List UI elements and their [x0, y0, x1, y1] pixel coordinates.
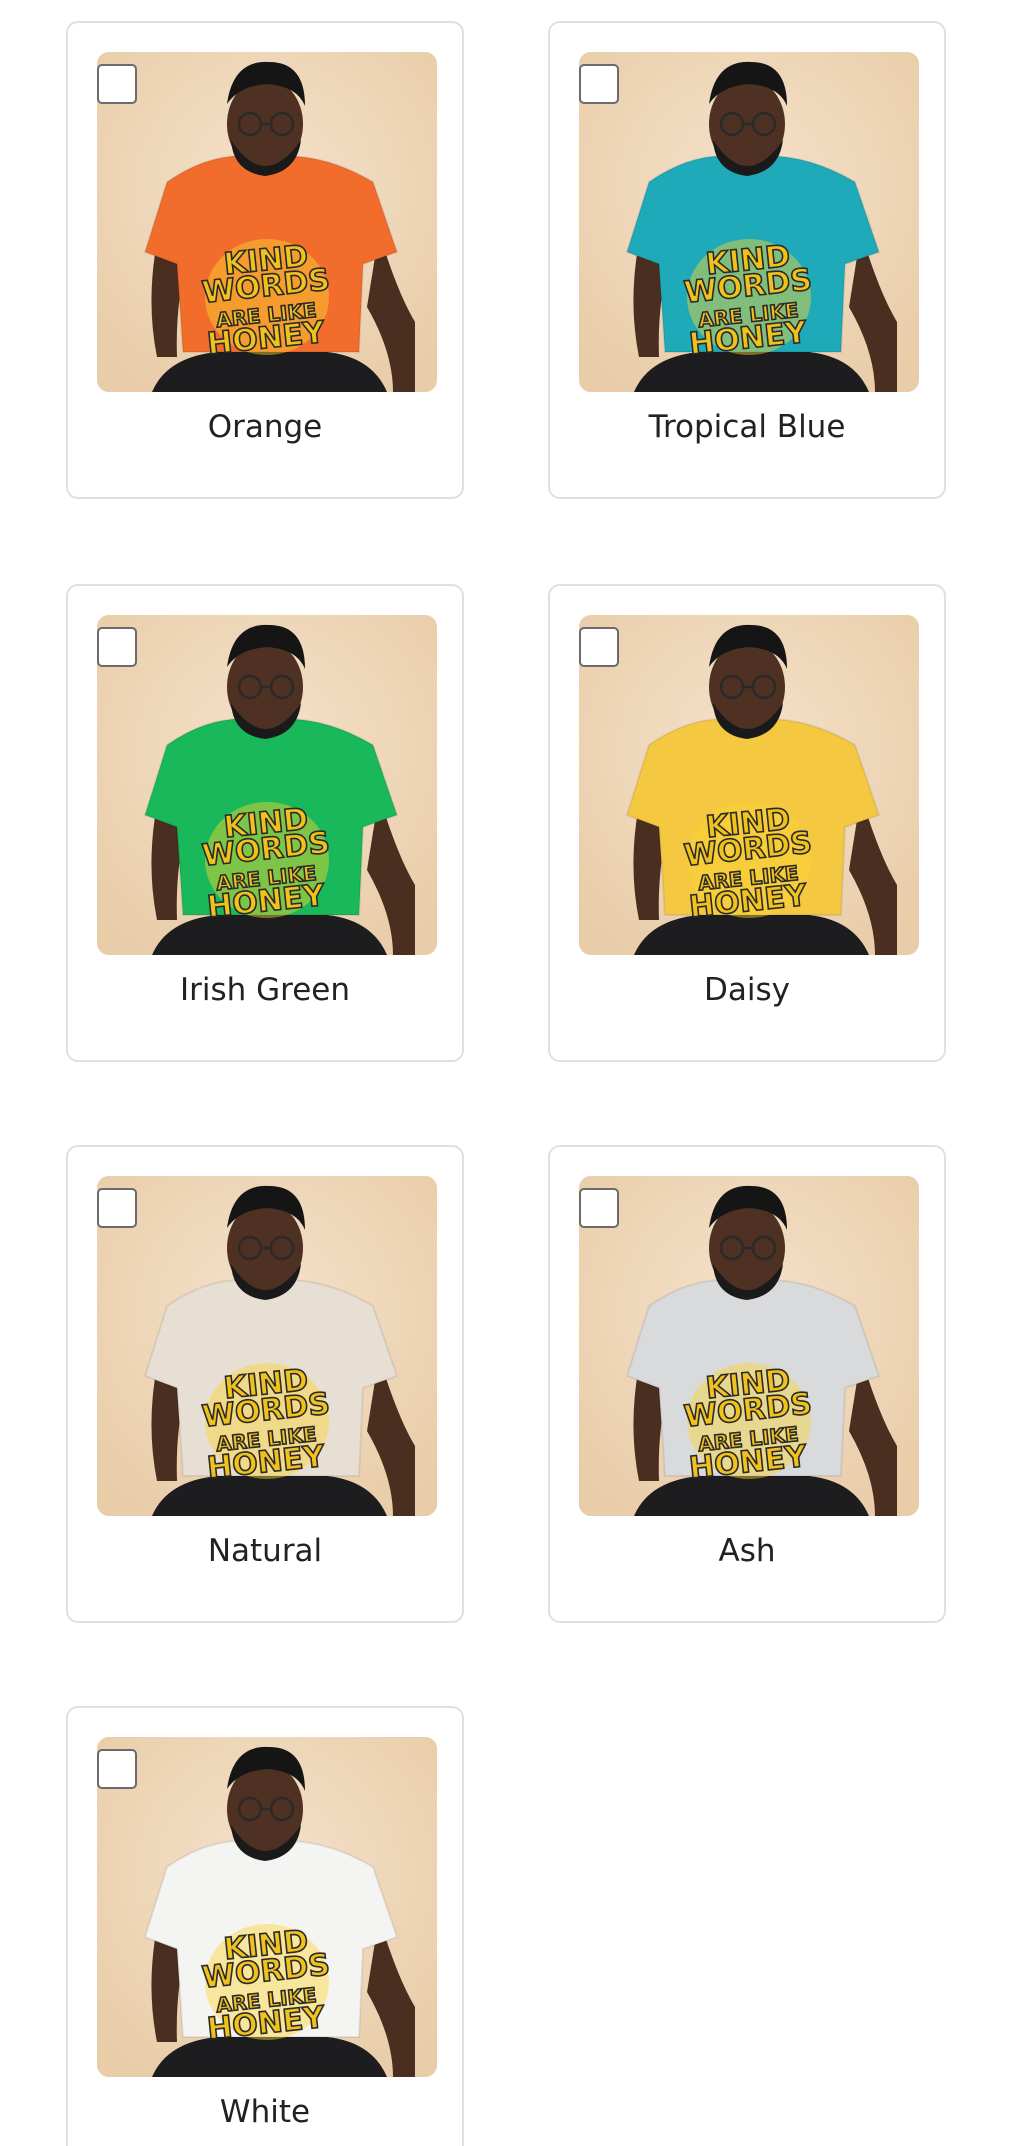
color-label: White [219, 2094, 311, 2130]
color-option-ash[interactable]: KIND WORDS ARE LIKE HONEY Ash [548, 1145, 946, 1623]
product-photo: KIND WORDS ARE LIKE HONEY [97, 1737, 437, 2077]
product-photo: KIND WORDS ARE LIKE HONEY [579, 615, 919, 955]
select-checkbox[interactable] [97, 1749, 137, 1789]
color-label: Orange [207, 409, 323, 445]
color-label: Natural [207, 1533, 323, 1569]
color-option-natural[interactable]: KIND WORDS ARE LIKE HONEY Natural [66, 1145, 464, 1623]
color-options-grid: KIND WORDS ARE LIKE HONEY Orange KIND WORDS A… [0, 0, 1016, 2146]
color-option-white[interactable]: KIND WORDS ARE LIKE HONEY White [66, 1706, 464, 2146]
select-checkbox[interactable] [579, 627, 619, 667]
color-option-irish-green[interactable]: KIND WORDS ARE LIKE HONEY Irish Green [66, 584, 464, 1062]
select-checkbox[interactable] [97, 627, 137, 667]
product-photo: KIND WORDS ARE LIKE HONEY [579, 1176, 919, 1516]
color-label: Daisy [704, 972, 790, 1008]
color-label: Ash [718, 1533, 776, 1569]
select-checkbox[interactable] [579, 64, 619, 104]
select-checkbox[interactable] [97, 1188, 137, 1228]
color-label: Irish Green [179, 972, 351, 1008]
color-option-daisy[interactable]: KIND WORDS ARE LIKE HONEY Daisy [548, 584, 946, 1062]
color-option-tropical-blue[interactable]: KIND WORDS ARE LIKE HONEY Tropical Blue [548, 21, 946, 499]
select-checkbox[interactable] [97, 64, 137, 104]
product-photo: KIND WORDS ARE LIKE HONEY [97, 1176, 437, 1516]
product-photo: KIND WORDS ARE LIKE HONEY [97, 615, 437, 955]
color-label: Tropical Blue [648, 409, 846, 445]
product-photo: KIND WORDS ARE LIKE HONEY [579, 52, 919, 392]
select-checkbox[interactable] [579, 1188, 619, 1228]
product-photo: KIND WORDS ARE LIKE HONEY [97, 52, 437, 392]
color-option-orange[interactable]: KIND WORDS ARE LIKE HONEY Orange [66, 21, 464, 499]
